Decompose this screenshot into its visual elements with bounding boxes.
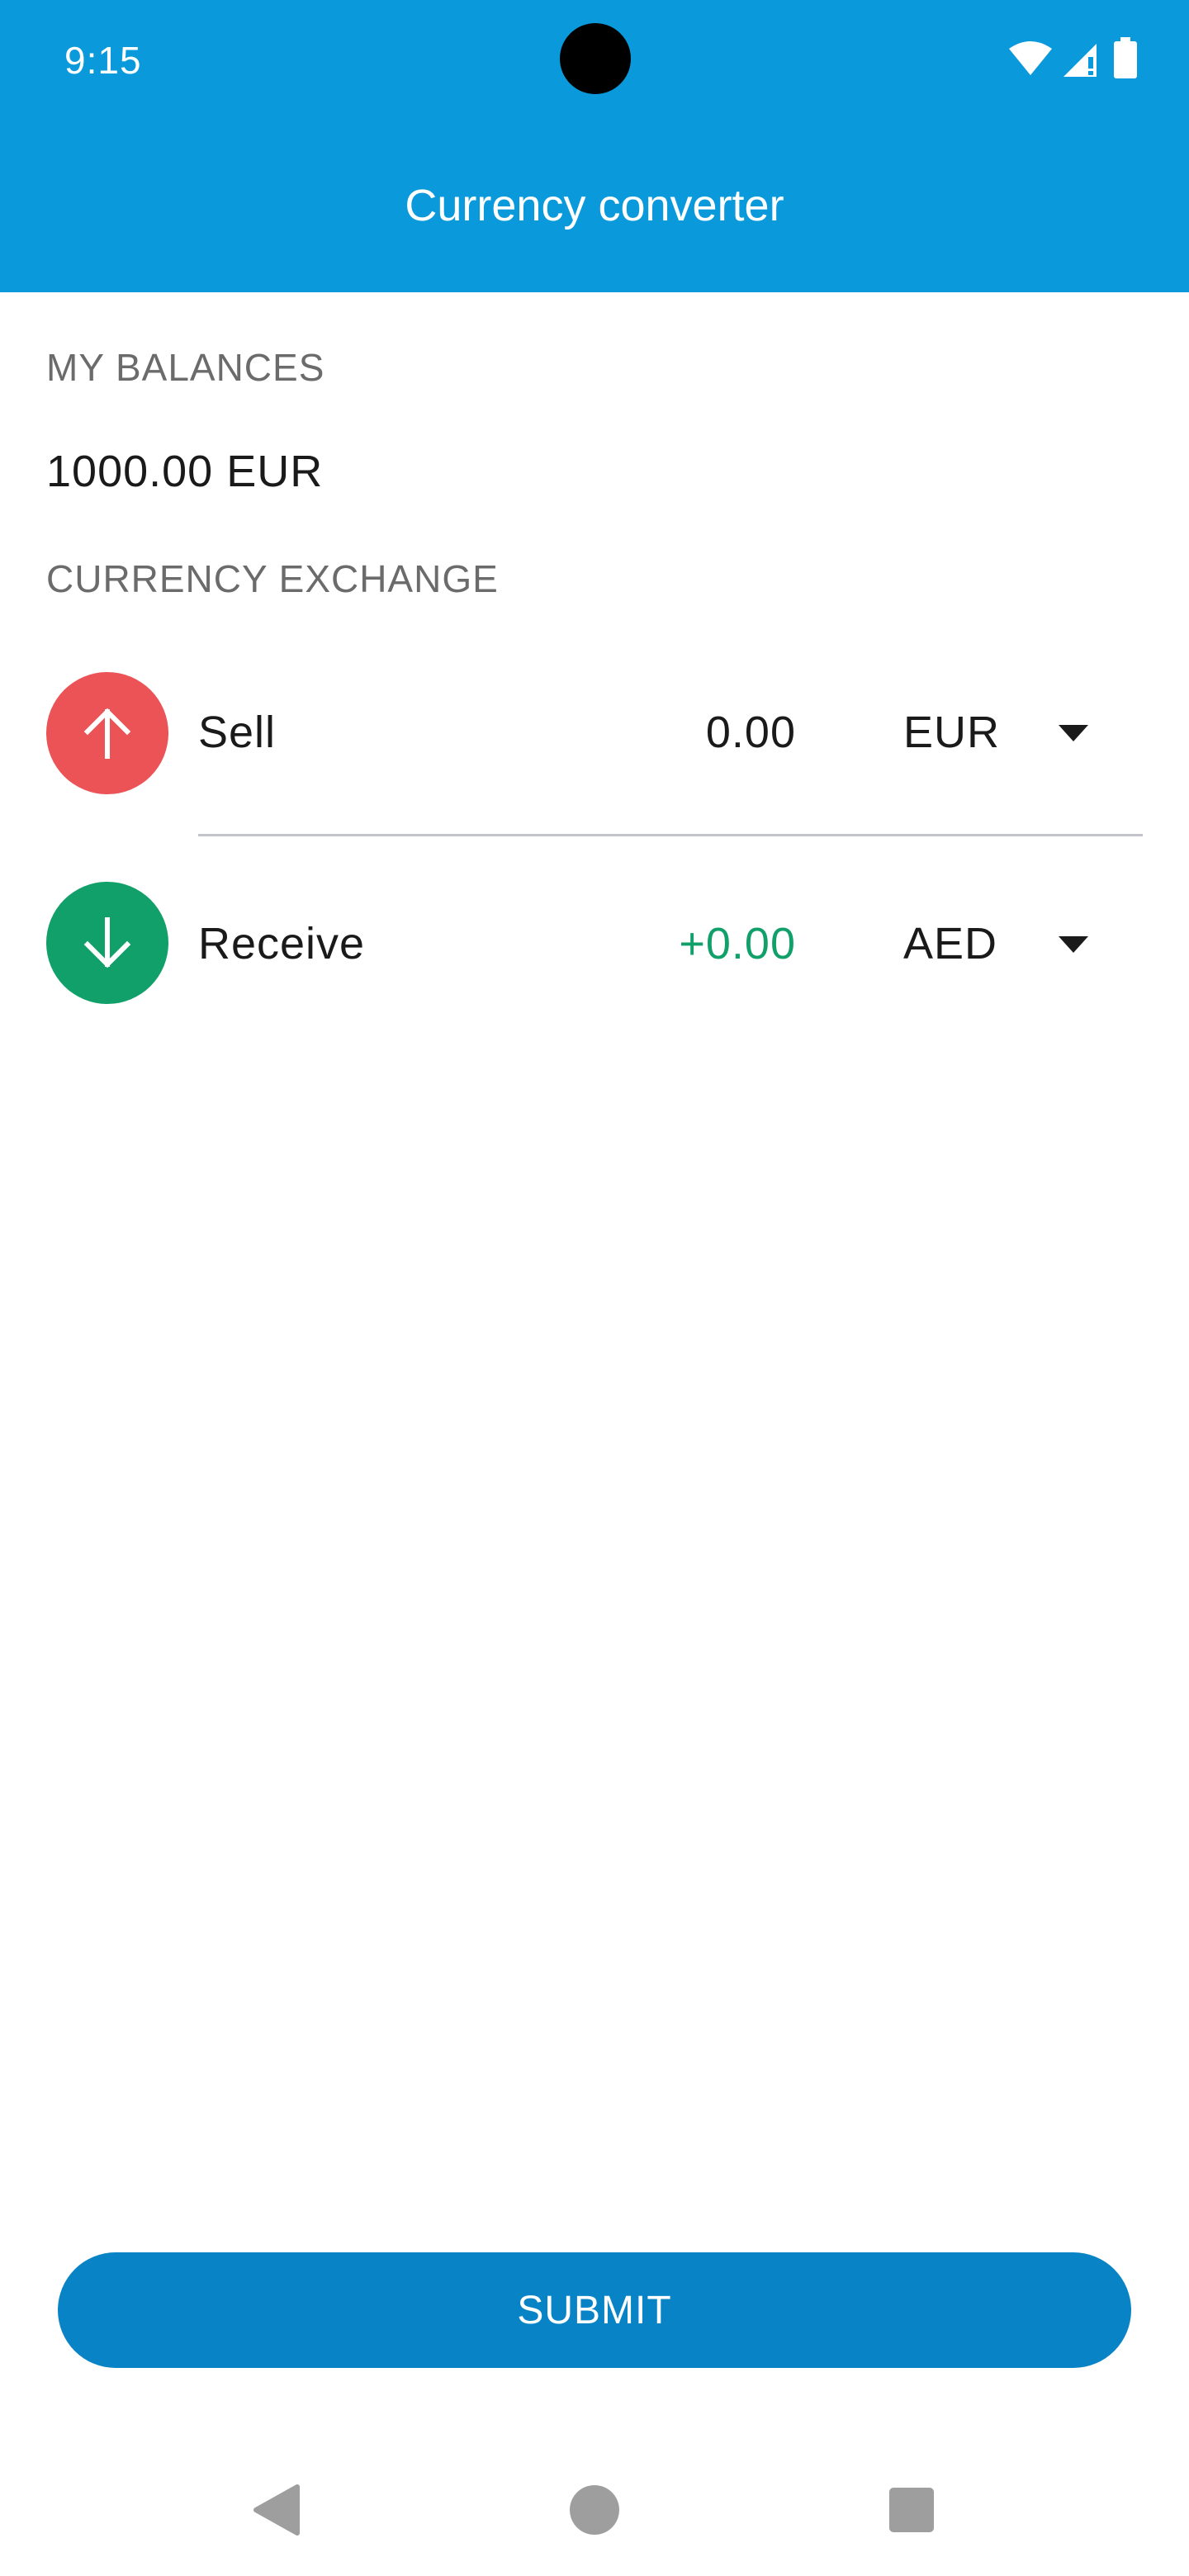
- receive-badge: [46, 882, 168, 1004]
- home-icon: [570, 2485, 619, 2535]
- sell-currency-select[interactable]: EUR: [903, 707, 1000, 758]
- balance-amount: 1000.00 EUR: [46, 447, 324, 496]
- exchange-section-label: CURRENCY EXCHANGE: [46, 557, 499, 600]
- back-icon: [253, 2484, 300, 2536]
- wifi-icon: [1009, 40, 1052, 79]
- submit-button[interactable]: SUBMIT: [58, 2252, 1131, 2368]
- home-button[interactable]: [553, 2469, 636, 2551]
- sell-label: Sell: [198, 708, 277, 757]
- camera-cutout: [560, 23, 631, 94]
- arrow-down-icon: [83, 917, 131, 968]
- screen: 9:15 Currency converter MY BALANCES 1000…: [0, 0, 1189, 2576]
- recents-icon: [889, 2488, 934, 2532]
- status-time: 9:15: [64, 39, 142, 82]
- arrow-up-icon: [83, 708, 131, 759]
- app-header: 9:15 Currency converter: [0, 0, 1189, 292]
- recents-button[interactable]: [870, 2469, 953, 2551]
- signal-icon: [1063, 39, 1101, 81]
- chevron-down-icon[interactable]: [1059, 725, 1088, 741]
- battery-icon: [1113, 36, 1138, 83]
- back-button[interactable]: [234, 2469, 317, 2551]
- chevron-down-icon[interactable]: [1059, 936, 1088, 953]
- status-icons: [1009, 36, 1138, 83]
- receive-currency-select[interactable]: AED: [903, 918, 997, 969]
- receive-label: Receive: [198, 919, 366, 968]
- sell-amount-input[interactable]: 0.00: [706, 707, 796, 758]
- row-divider: [198, 834, 1143, 836]
- balances-section-label: MY BALANCES: [46, 346, 325, 389]
- page-title: Currency converter: [405, 181, 784, 230]
- sell-badge: [46, 672, 168, 794]
- receive-amount: +0.00: [679, 919, 796, 968]
- system-navigation-bar: [0, 2444, 1189, 2576]
